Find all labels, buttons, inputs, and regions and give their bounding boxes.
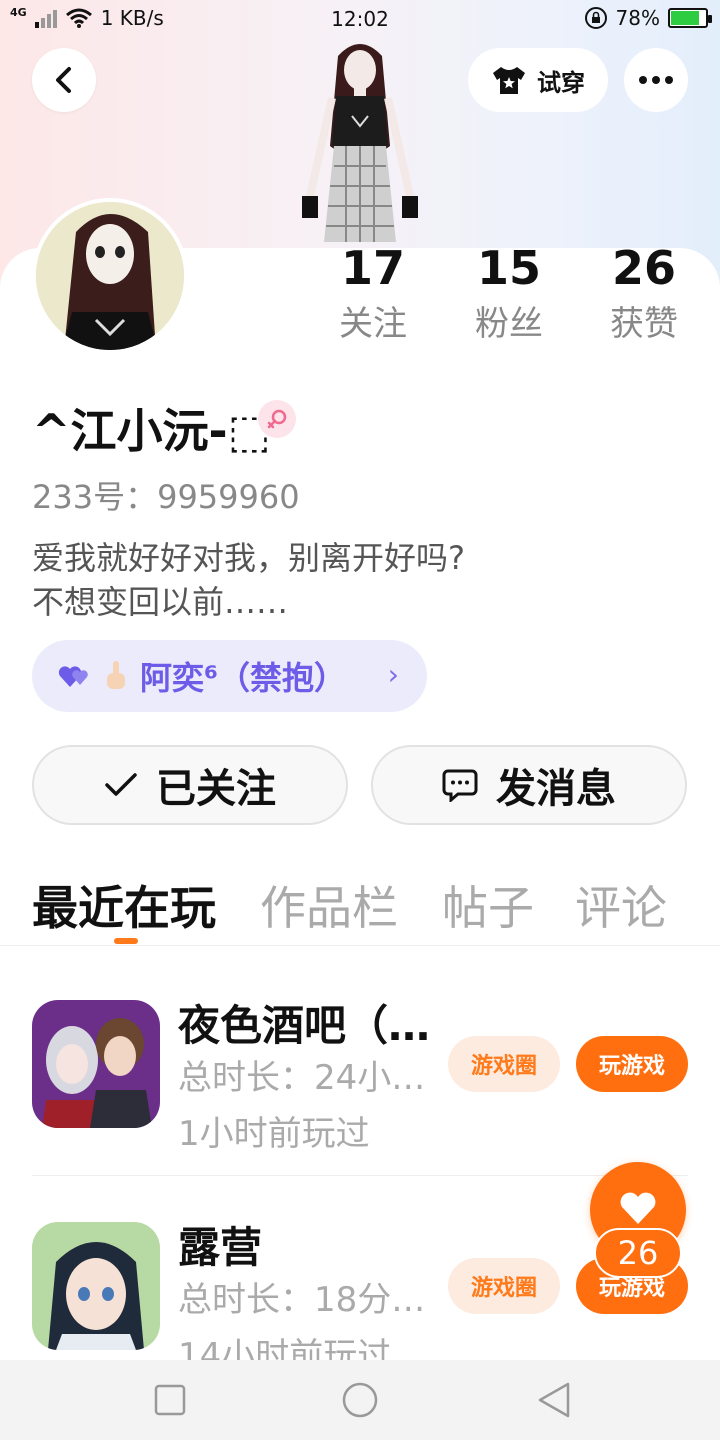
fans-count: 15: [476, 241, 541, 295]
game-icon[interactable]: [32, 1000, 160, 1128]
stat-fans[interactable]: 15 粉丝: [454, 240, 564, 348]
stat-following[interactable]: 17 关注: [318, 240, 428, 348]
try-on-label: 试穿: [537, 68, 585, 97]
system-nav-bar: [0, 1360, 720, 1440]
game-circle-button[interactable]: 游戏圈: [448, 1036, 560, 1092]
user-id: 233号：9959960: [32, 478, 300, 516]
profile-tabs: 最近在玩 作品栏 帖子 评论: [0, 872, 720, 946]
cp-name: 阿奕⁶（禁抱）: [140, 659, 347, 697]
bio: 爱我就好好对我，别离开好吗? 不想变回以前……: [32, 539, 465, 621]
tab-indicator: [114, 938, 138, 944]
avatar-image: [36, 202, 184, 350]
divider: [32, 1175, 688, 1176]
more-icon: [639, 76, 647, 84]
more-button[interactable]: [624, 48, 688, 112]
nickname: ^江小沅-⬚: [32, 404, 272, 458]
status-bar: 4G 1 KB/s 12:02 78%: [0, 0, 720, 38]
fans-label: 粉丝: [475, 304, 543, 344]
likes-count: 26: [611, 241, 676, 295]
following-count: 17: [340, 241, 405, 295]
back-button[interactable]: [32, 48, 96, 112]
back-nav-icon[interactable]: [536, 1380, 572, 1420]
battery-percent: 78%: [615, 6, 660, 30]
game-playtime: 总时长：18分…: [178, 1280, 426, 1320]
game-icon[interactable]: [32, 1222, 160, 1350]
try-on-button[interactable]: 试穿: [468, 48, 608, 112]
tab-posts[interactable]: 帖子: [442, 872, 534, 938]
game-circle-button[interactable]: 游戏圈: [448, 1258, 560, 1314]
game-playtime: 总时长：24小…: [178, 1058, 426, 1098]
message-label: 发消息: [496, 766, 616, 812]
rotation-lock-icon: [584, 7, 607, 29]
game-title: 夜色酒吧（…: [178, 1001, 431, 1050]
tab-works[interactable]: 作品栏: [260, 872, 398, 938]
likes-label: 获赞: [610, 304, 678, 344]
tab-recent-played[interactable]: 最近在玩: [32, 872, 216, 938]
check-icon: [105, 773, 137, 796]
chat-bubble-icon: [442, 769, 478, 802]
heart-icon: [620, 1192, 656, 1224]
recent-apps-icon[interactable]: [154, 1380, 186, 1420]
double-heart-icon: [58, 666, 88, 687]
followed-button[interactable]: 已关注: [32, 745, 348, 825]
list-item[interactable]: 夜色酒吧（… 总时长：24小… 1小时前玩过 游戏圈 玩游戏: [32, 1000, 688, 1180]
battery-icon: [668, 8, 712, 28]
pointing-hand-icon: [107, 661, 125, 689]
avatar[interactable]: [32, 198, 188, 354]
cp-relation-pill[interactable]: 阿奕⁶（禁抱） ›: [32, 640, 427, 712]
stat-likes[interactable]: 26 获赞: [589, 240, 699, 348]
avatar-3d-model: [302, 44, 418, 242]
send-message-button[interactable]: 发消息: [371, 745, 687, 825]
tab-comments[interactable]: 评论: [575, 872, 667, 938]
game-title: 露营: [178, 1223, 263, 1272]
game-last-played: 1小时前玩过: [178, 1114, 370, 1154]
play-game-button[interactable]: 玩游戏: [576, 1036, 688, 1092]
tshirt-icon: [493, 67, 525, 94]
followed-label: 已关注: [156, 766, 276, 812]
like-count-badge: 26: [594, 1228, 682, 1278]
following-label: 关注: [339, 304, 407, 344]
home-icon[interactable]: [340, 1380, 380, 1420]
chevron-right-icon: ›: [387, 658, 399, 691]
chevron-left-icon: [56, 67, 71, 93]
female-icon: [258, 400, 296, 438]
